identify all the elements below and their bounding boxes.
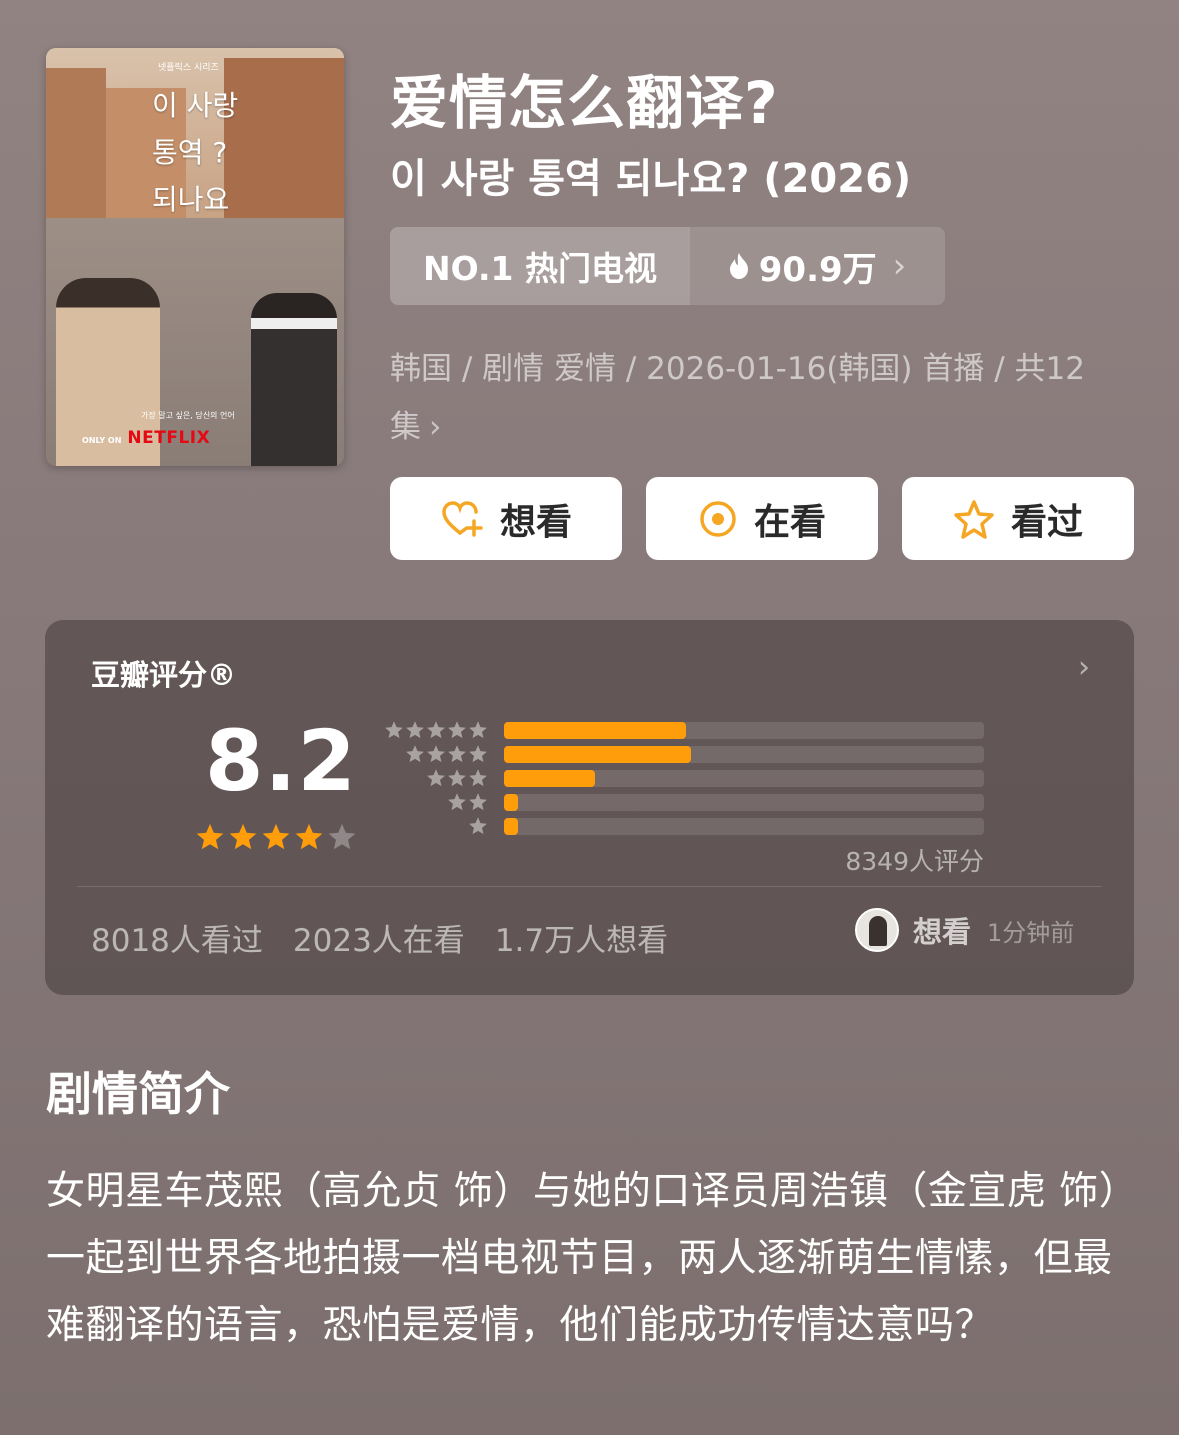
watching-label: 在看 <box>753 501 826 543</box>
divider <box>77 886 1102 887</box>
rating-score: 8.2 <box>205 712 357 810</box>
hot-count[interactable]: 90.9万 › <box>690 227 945 305</box>
bar-stars <box>426 768 488 788</box>
small-star-icon <box>406 745 424 763</box>
rating-distribution <box>385 720 985 840</box>
recent-action: 想看 <box>913 915 972 949</box>
small-star-icon <box>469 745 487 763</box>
rating-count: 8349人评分 <box>845 847 984 876</box>
netflix-logo: ONLY ON NETFLIX <box>82 428 210 448</box>
rating-bar-row <box>385 720 985 744</box>
star-filled-icon <box>295 823 323 850</box>
poster-figure-woman <box>251 293 337 466</box>
bar-stars <box>384 720 488 740</box>
small-star-icon <box>469 793 487 811</box>
bar-fill <box>504 794 519 811</box>
want-label: 想看 <box>499 501 572 543</box>
poster-tagline: 가장 말고 싶은, 당신의 언어 <box>141 411 235 420</box>
bar-track <box>504 818 984 835</box>
poster-top-text: 넷플릭스 시리즈 <box>158 63 219 73</box>
bar-fill <box>504 722 687 739</box>
poster-building <box>46 68 106 218</box>
small-star-icon <box>469 769 487 787</box>
star-filled-icon <box>262 823 290 850</box>
bar-track <box>504 794 984 811</box>
rating-bar-row <box>385 768 985 792</box>
chevron-right-icon: › <box>892 246 907 286</box>
rating-title: 豆瓣评分® <box>91 658 237 692</box>
watching-button[interactable]: 在看 <box>646 477 878 560</box>
small-star-icon <box>448 721 466 739</box>
meta-text: 韩国 / 剧情 爱情 / 2026-01-16(韩国) 首播 / 共12集 <box>390 351 1085 445</box>
small-star-icon <box>448 793 466 811</box>
bar-track <box>504 770 984 787</box>
watched-label: 看过 <box>1010 501 1083 543</box>
bar-track <box>504 746 984 763</box>
watch-stats: 8018人看过 2023人在看 1.7万人想看 <box>91 915 668 960</box>
poster-image[interactable]: 넷플릭스 시리즈 이 사랑 통역 ? 되나요 가장 말고 싶은, 당신의 언어 … <box>46 48 344 466</box>
watching-count: 2023人在看 <box>292 923 465 959</box>
small-star-icon <box>427 745 445 763</box>
bar-track <box>504 722 984 739</box>
small-star-icon <box>448 745 466 763</box>
small-star-icon <box>448 769 466 787</box>
poster-title: 이 사랑 통역 ? 되나요 <box>152 89 239 216</box>
poster-building <box>224 58 344 218</box>
star-empty-icon <box>328 823 356 850</box>
target-icon <box>700 500 736 537</box>
bar-fill <box>504 746 692 763</box>
page-title: 爱情怎么翻译? <box>390 69 779 137</box>
rank-label: NO.1 热门电视 <box>390 227 690 305</box>
small-star-icon <box>469 721 487 739</box>
star-outline-icon <box>954 499 994 539</box>
rating-bar-row <box>385 744 985 768</box>
want-count: 1.7万人想看 <box>494 923 669 959</box>
small-star-icon <box>469 817 487 835</box>
only-on-text: ONLY ON <box>82 436 122 445</box>
small-star-icon <box>427 721 445 739</box>
bar-fill <box>504 770 596 787</box>
avatar[interactable] <box>855 908 899 952</box>
bar-fill <box>504 818 519 835</box>
bar-stars <box>447 792 488 812</box>
small-star-icon <box>385 721 403 739</box>
show-meta[interactable]: 韩国 / 剧情 爱情 / 2026-01-16(韩国) 首播 / 共12集 › <box>390 340 1130 456</box>
want-to-watch-button[interactable]: 想看 <box>390 477 622 560</box>
douban-rating-card[interactable]: 豆瓣评分® › 8.2 8349人评分 8018人看过 2023人在看 1.7万… <box>45 620 1134 995</box>
small-star-icon <box>406 721 424 739</box>
watched-button[interactable]: 看过 <box>902 477 1134 560</box>
chevron-right-icon: › <box>1078 650 1090 685</box>
score-stars <box>195 822 357 852</box>
netflix-wordmark: NETFLIX <box>127 428 211 448</box>
rating-bar-row <box>385 816 985 840</box>
recent-activity[interactable]: 想看 1分钟前 <box>855 908 1074 952</box>
hot-value: 90.9万 <box>758 249 877 290</box>
synopsis-title: 剧情简介 <box>46 1067 230 1121</box>
rank-badge[interactable]: NO.1 热门电视 90.9万 › <box>390 227 945 305</box>
star-filled-icon <box>196 823 224 850</box>
chevron-right-icon: › <box>429 409 442 445</box>
original-title: 이 사랑 통역 되나요? (2026) <box>390 156 912 202</box>
small-star-icon <box>427 769 445 787</box>
rating-bar-row <box>385 792 985 816</box>
recent-time: 1分钟前 <box>987 918 1075 947</box>
watched-count: 8018人看过 <box>91 923 263 959</box>
bar-stars <box>405 744 488 764</box>
bar-stars <box>468 816 488 836</box>
star-filled-icon <box>229 823 257 850</box>
synopsis-text: 女明星车茂熙（高允贞 饰）与她的口译员周浩镇（金宣虎 饰）一起到世界各地拍摄一档… <box>46 1169 1119 1348</box>
flame-icon <box>729 253 748 279</box>
heart-plus-icon <box>442 500 483 537</box>
